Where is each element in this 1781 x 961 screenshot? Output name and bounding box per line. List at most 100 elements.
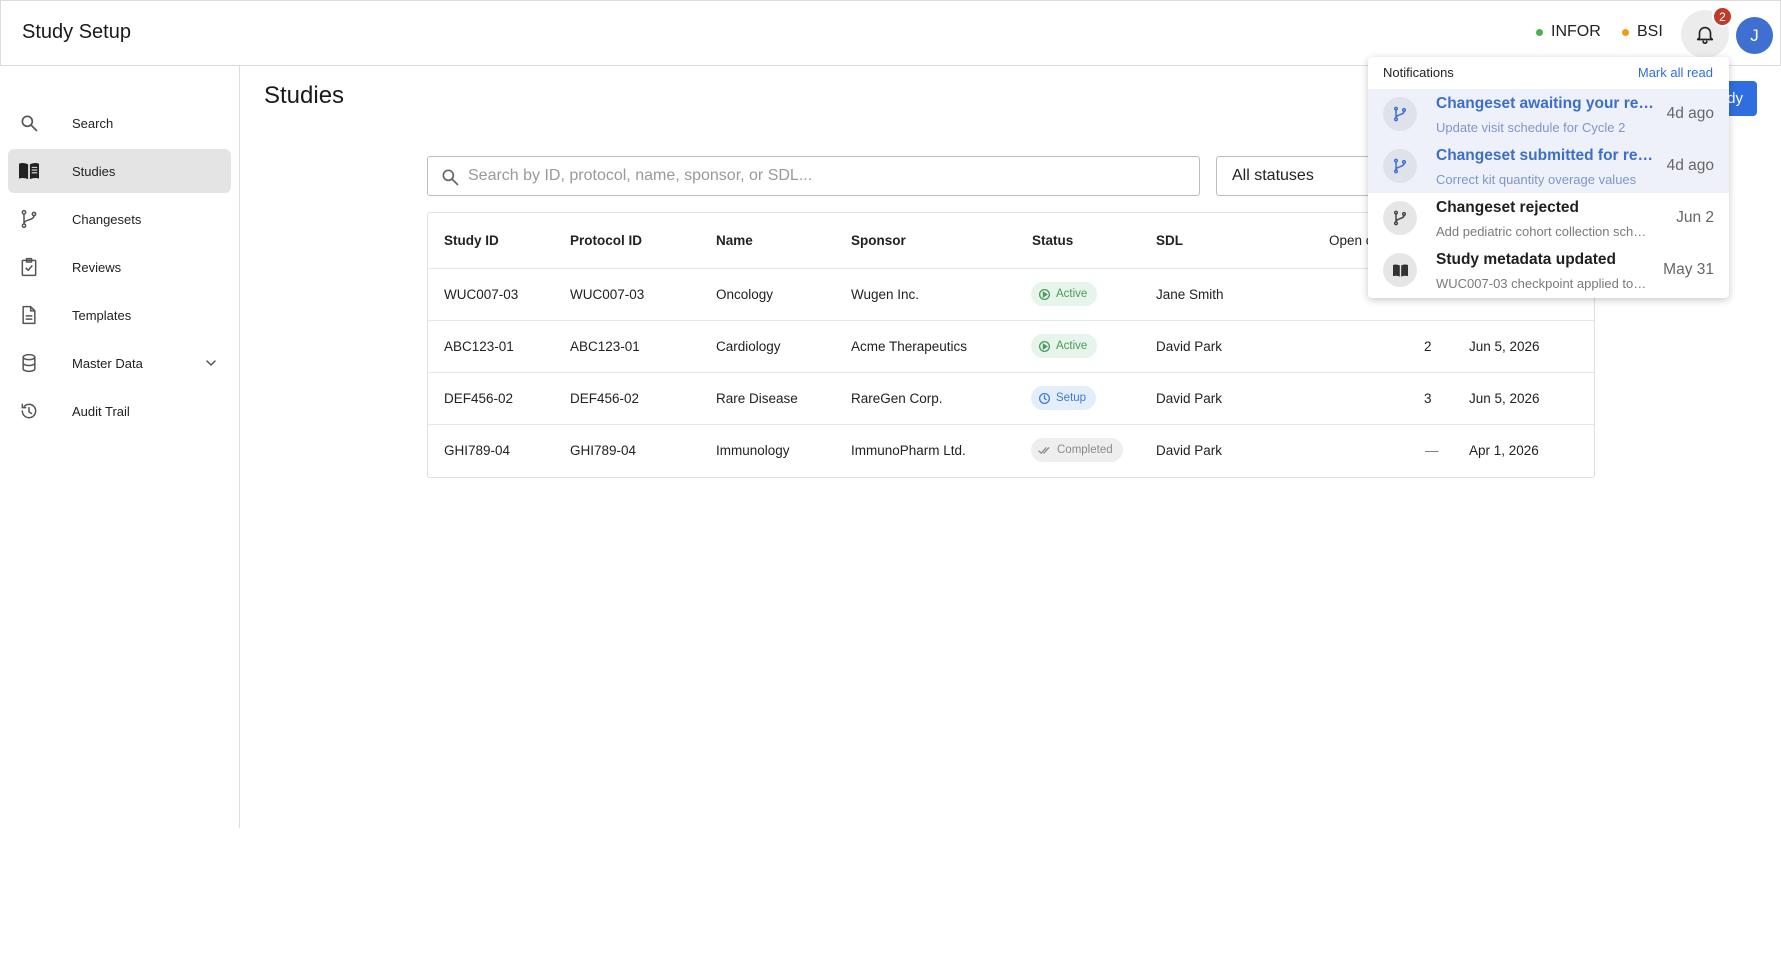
sidebar-item-label: Studies	[72, 163, 116, 179]
mark-all-read-button[interactable]: Mark all read	[1638, 65, 1713, 80]
notification-time: May 31	[1663, 261, 1714, 278]
date-cell: Jun 5, 2026	[1469, 391, 1540, 406]
sidebar: Search Studies Changesets Reviews Templa…	[0, 66, 240, 828]
notification-subtitle: Add pediatric cohort collection schedule	[1436, 224, 1648, 239]
notification-subtitle: Correct kit quantity overage values	[1436, 172, 1637, 187]
sponsor-cell: RareGen Corp.	[851, 391, 943, 406]
date-cell: Apr 1, 2026	[1469, 443, 1539, 458]
sidebar-item-label: Audit Trail	[72, 403, 130, 419]
clipboard-check-icon	[18, 256, 40, 278]
table-row[interactable]: ABC123-01 ABC123-01 Cardiology Acme Ther…	[428, 321, 1594, 373]
branch-icon	[1383, 97, 1417, 131]
sidebar-item-templates[interactable]: Templates	[8, 293, 231, 337]
protocol-id-cell: ABC123-01	[570, 339, 640, 354]
column-header-status[interactable]: Status	[1032, 233, 1073, 248]
database-icon	[18, 352, 40, 374]
book-icon	[1383, 253, 1417, 287]
sdl-cell: David Park	[1156, 339, 1223, 354]
column-header-name[interactable]: Name	[716, 233, 753, 248]
bell-icon	[1696, 26, 1714, 44]
notification-item[interactable]: Changeset submitted for review Correct k…	[1368, 141, 1729, 193]
search-icon	[440, 167, 460, 192]
sidebar-item-label: Changesets	[72, 211, 142, 227]
notifications-header: Notifications Mark all read	[1368, 57, 1729, 89]
status-dot-icon	[1536, 28, 1543, 36]
column-header-study-id[interactable]: Study ID	[444, 233, 499, 248]
column-header-protocol-id[interactable]: Protocol ID	[570, 233, 642, 248]
status-badge: Completed	[1031, 438, 1123, 462]
date-cell: Jun 5, 2026	[1469, 339, 1540, 354]
notification-item[interactable]: Changeset awaiting your review Update vi…	[1368, 89, 1729, 141]
protocol-id-cell: DEF456-02	[570, 391, 640, 406]
search-field[interactable]	[427, 156, 1200, 196]
branch-icon	[18, 208, 40, 230]
name-cell: Immunology	[716, 443, 790, 458]
status-filter-select[interactable]: All statuses	[1216, 156, 1376, 196]
environment-bsi: BSI	[1622, 23, 1663, 41]
search-icon	[18, 112, 40, 134]
protocol-id-cell: GHI789-04	[570, 443, 637, 458]
name-cell: Rare Disease	[716, 391, 798, 406]
sidebar-item-label: Reviews	[72, 259, 122, 275]
column-header-sponsor[interactable]: Sponsor	[851, 233, 906, 248]
page-title: Studies	[264, 82, 345, 109]
column-header-sdl[interactable]: SDL	[1156, 233, 1183, 248]
open-changesets-cell: 3	[1424, 391, 1432, 406]
sdl-cell: David Park	[1156, 391, 1223, 406]
sidebar-item-search[interactable]: Search	[8, 101, 231, 145]
sidebar-item-reviews[interactable]: Reviews	[8, 245, 231, 289]
name-cell: Oncology	[716, 287, 774, 302]
notification-title: Changeset awaiting your review	[1436, 95, 1654, 112]
status-badge: Setup	[1031, 386, 1097, 410]
status-badge-label: Active	[1056, 288, 1088, 300]
study-id-cell: WUC007-03	[444, 287, 519, 302]
notification-title: Changeset rejected	[1436, 199, 1579, 216]
notification-item[interactable]: Study metadata updated WUC007-03 checkpo…	[1368, 245, 1729, 297]
environment-label: INFOR	[1551, 23, 1601, 40]
notification-time: 4d ago	[1666, 105, 1714, 122]
chevron-down-icon[interactable]	[203, 355, 219, 376]
notifications-dropdown: Notifications Mark all read Changeset aw…	[1368, 57, 1729, 298]
study-id-cell: GHI789-04	[444, 443, 511, 458]
branch-icon	[1383, 201, 1417, 235]
sponsor-cell: ImmunoPharm Ltd.	[851, 443, 966, 458]
play-circle-icon	[1038, 288, 1051, 300]
notification-title: Study metadata updated	[1436, 251, 1616, 268]
book-icon	[18, 160, 40, 182]
open-changesets-cell: 2	[1424, 339, 1432, 354]
sponsor-cell: Wugen Inc.	[851, 287, 920, 302]
sidebar-item-master-data[interactable]: Master Data	[8, 341, 231, 385]
play-circle-icon	[1038, 340, 1051, 352]
study-id-cell: ABC123-01	[444, 339, 514, 354]
status-badge-label: Setup	[1056, 392, 1087, 404]
status-dot-icon	[1622, 28, 1629, 36]
open-changesets-cell: —	[1425, 443, 1439, 458]
double-check-icon	[1038, 446, 1050, 454]
search-input[interactable]	[468, 165, 1168, 187]
sponsor-cell: Acme Therapeutics	[851, 339, 968, 354]
table-row[interactable]: GHI789-04 GHI789-04 Immunology ImmunoPha…	[428, 425, 1594, 477]
status-badge: Active	[1031, 282, 1098, 306]
notification-title: Changeset submitted for review	[1436, 147, 1654, 164]
notification-time: 4d ago	[1666, 157, 1714, 174]
column-header-open-changesets[interactable]: Open c	[1329, 233, 1373, 248]
sidebar-item-studies[interactable]: Studies	[8, 149, 231, 193]
status-badge-label: Completed	[1057, 444, 1113, 456]
environment-infor: INFOR	[1536, 23, 1601, 41]
status-badge-label: Active	[1056, 340, 1088, 352]
sdl-cell: Jane Smith	[1156, 287, 1224, 302]
study-id-cell: DEF456-02	[444, 391, 514, 406]
app-title: Study Setup	[22, 21, 131, 43]
sidebar-item-audit-trail[interactable]: Audit Trail	[8, 389, 231, 433]
sidebar-item-changesets[interactable]: Changesets	[8, 197, 231, 241]
table-row[interactable]: DEF456-02 DEF456-02 Rare Disease RareGen…	[428, 373, 1594, 425]
user-avatar[interactable]: J	[1736, 17, 1773, 54]
notification-time: Jun 2	[1676, 209, 1714, 226]
history-icon	[18, 400, 40, 422]
notification-item[interactable]: Changeset rejected Add pediatric cohort …	[1368, 193, 1729, 245]
notification-subtitle: WUC007-03 checkpoint applied to study	[1436, 276, 1648, 291]
notification-subtitle: Update visit schedule for Cycle 2	[1436, 120, 1626, 135]
environment-label: BSI	[1637, 23, 1663, 40]
name-cell: Cardiology	[716, 339, 781, 354]
sdl-cell: David Park	[1156, 443, 1223, 458]
